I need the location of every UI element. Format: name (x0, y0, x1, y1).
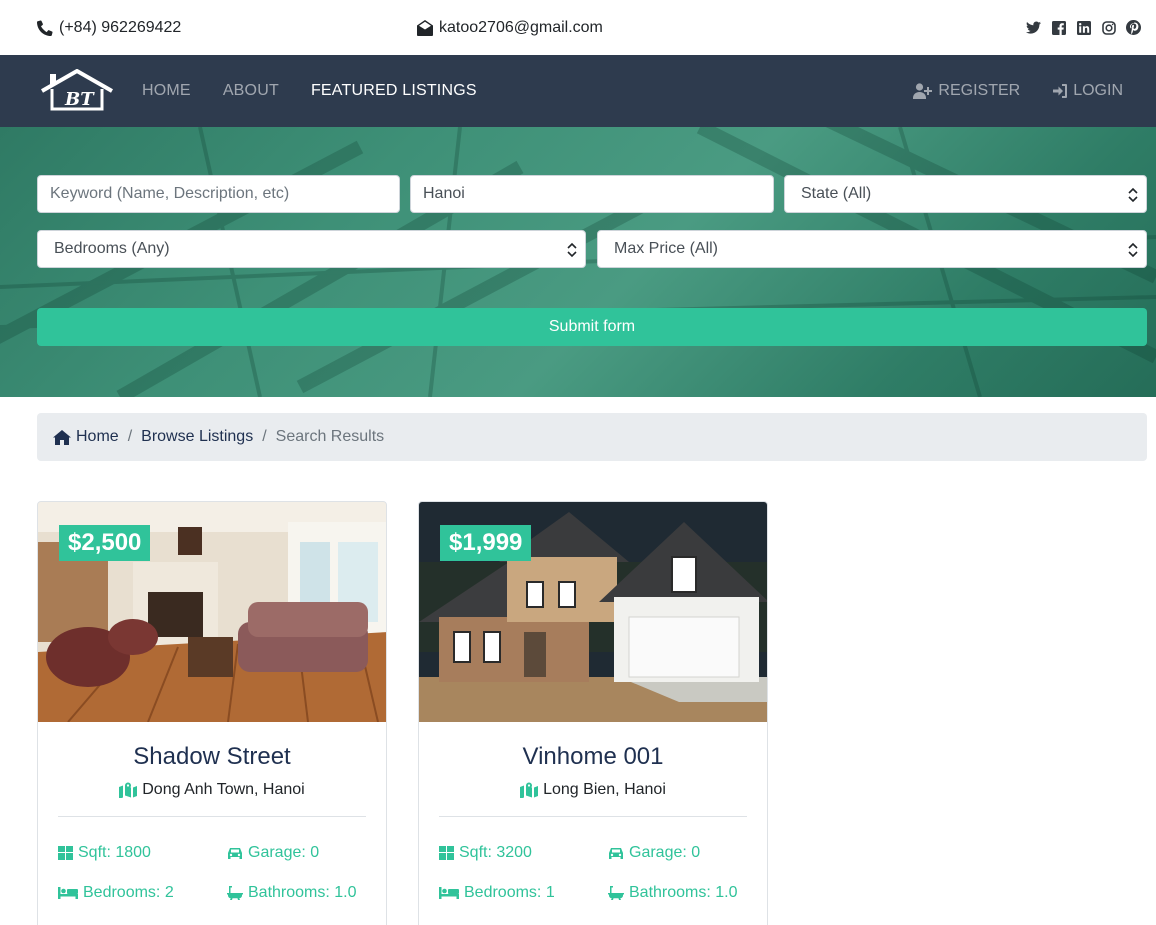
th-large-icon (439, 846, 454, 860)
spec-bathrooms: Bathrooms: 1.0 (227, 884, 377, 902)
select-caret-icon (1128, 187, 1138, 203)
map-marked-icon (119, 782, 138, 798)
listing-location-text: Long Bien, Hanoi (543, 781, 666, 798)
keyword-placeholder: Keyword (Name, Description, etc) (50, 185, 290, 202)
listings-grid: $2,500 Shadow Street Dong Anh Town, Hano… (37, 501, 1156, 925)
login-link[interactable]: LOGIN (1052, 82, 1123, 100)
spec-sqft-text: Sqft: 3200 (459, 844, 532, 861)
sign-in-icon (1053, 84, 1068, 98)
city-input[interactable]: Hanoi (410, 175, 774, 213)
keyword-input[interactable]: Keyword (Name, Description, etc) (37, 175, 400, 213)
spec-bedrooms-text: Bedrooms: 1 (464, 884, 555, 901)
facebook-icon[interactable] (1051, 20, 1066, 35)
state-select[interactable]: State (All) (784, 175, 1147, 213)
bath-icon (608, 886, 624, 900)
search-showcase: Keyword (Name, Description, etc) Hanoi S… (0, 127, 1156, 397)
bedrooms-select[interactable]: Bedrooms (Any) (37, 230, 586, 268)
listing-photo[interactable]: $2,500 (38, 502, 386, 722)
map-marked-icon (520, 782, 539, 798)
home-icon (53, 429, 71, 445)
listing-location: Dong Anh Town, Hanoi (38, 781, 386, 799)
nav-about[interactable]: ABOUT (223, 82, 279, 100)
login-label: LOGIN (1073, 82, 1123, 99)
register-label: REGISTER (938, 82, 1021, 99)
brand-logo-text: BT (64, 89, 95, 110)
select-caret-icon (1128, 242, 1138, 258)
phone-number: (+84) 962269422 (59, 18, 182, 36)
phone-contact: (+84) 962269422 (37, 19, 181, 37)
listing-specs: Sqft: 3200 Garage: 0 Bedrooms: 1 Bathroo… (419, 817, 767, 902)
nav-links: HOME ABOUT FEATURED LISTINGS (142, 82, 477, 100)
bed-icon (439, 887, 459, 899)
spec-bathrooms-text: Bathrooms: 1.0 (248, 884, 357, 901)
breadcrumb-current: Search Results (275, 428, 385, 445)
listing-price: $1,999 (440, 525, 532, 561)
listing-location: Long Bien, Hanoi (419, 781, 767, 799)
pinterest-icon[interactable] (1126, 20, 1141, 35)
car-icon (228, 847, 242, 859)
brand-logo[interactable]: BT (40, 69, 114, 113)
email-contact: katoo2706@gmail.com (417, 0, 603, 55)
bedrooms-selected: Bedrooms (Any) (54, 240, 170, 257)
listing-card[interactable]: $2,500 Shadow Street Dong Anh Town, Hano… (37, 501, 387, 925)
nav-featured-listings[interactable]: FEATURED LISTINGS (311, 82, 477, 100)
spec-sqft-text: Sqft: 1800 (78, 844, 151, 861)
breadcrumb-separator: / (262, 428, 267, 445)
listing-specs: Sqft: 1800 Garage: 0 Bedrooms: 2 Bathroo… (38, 817, 386, 902)
nav-auth: REGISTER LOGIN (913, 82, 1123, 100)
email-address: katoo2706@gmail.com (439, 18, 603, 36)
twitter-icon[interactable] (1026, 20, 1041, 35)
spec-sqft: Sqft: 1800 (58, 844, 227, 862)
th-large-icon (58, 846, 73, 860)
user-plus-icon (913, 83, 933, 99)
spec-bedrooms-text: Bedrooms: 2 (83, 884, 174, 901)
car-icon (609, 847, 623, 859)
spec-bedrooms: Bedrooms: 2 (58, 884, 227, 902)
spec-bathrooms-text: Bathrooms: 1.0 (629, 884, 738, 901)
listing-photo[interactable]: $1,999 (419, 502, 767, 722)
listing-card[interactable]: $1,999 Vinhome 001 Long Bien, Hanoi Sqft… (418, 501, 768, 925)
listing-price: $2,500 (59, 525, 151, 561)
main-navbar: BT HOME ABOUT FEATURED LISTINGS REGISTER… (0, 55, 1156, 127)
phone-icon (37, 19, 53, 36)
instagram-icon[interactable] (1101, 20, 1116, 35)
spec-sqft: Sqft: 3200 (439, 844, 608, 862)
breadcrumb-browse[interactable]: Browse Listings (141, 428, 253, 446)
spec-bathrooms: Bathrooms: 1.0 (608, 884, 758, 902)
linkedin-icon[interactable] (1076, 20, 1091, 35)
breadcrumb-home-label: Home (76, 428, 119, 445)
select-caret-icon (567, 242, 577, 258)
max-price-select[interactable]: Max Price (All) (597, 230, 1147, 268)
breadcrumb-home[interactable]: Home (53, 428, 119, 446)
spec-garage: Garage: 0 (608, 844, 758, 862)
city-value: Hanoi (423, 185, 465, 202)
listing-title[interactable]: Vinhome 001 (419, 743, 767, 771)
state-selected: State (All) (801, 185, 872, 202)
nav-home[interactable]: HOME (142, 82, 191, 100)
spec-garage-text: Garage: 0 (629, 844, 701, 861)
listing-search-form: Keyword (Name, Description, etc) Hanoi S… (37, 175, 1147, 346)
register-link[interactable]: REGISTER (913, 82, 1020, 100)
spec-garage-text: Garage: 0 (248, 844, 320, 861)
bed-icon (58, 887, 78, 899)
breadcrumb: Home / Browse Listings / Search Results (37, 413, 1147, 461)
submit-button[interactable]: Submit form (37, 308, 1147, 346)
listing-title[interactable]: Shadow Street (38, 743, 386, 771)
breadcrumb-separator: / (127, 428, 133, 445)
envelope-open-icon (417, 19, 433, 36)
spec-garage: Garage: 0 (227, 844, 377, 862)
listing-location-text: Dong Anh Town, Hanoi (142, 781, 305, 798)
spec-bedrooms: Bedrooms: 1 (439, 884, 608, 902)
social-links (1026, 20, 1141, 35)
max-price-selected: Max Price (All) (614, 240, 719, 257)
top-contact-bar: (+84) 962269422 katoo2706@gmail.com (0, 0, 1156, 55)
bath-icon (227, 886, 243, 900)
